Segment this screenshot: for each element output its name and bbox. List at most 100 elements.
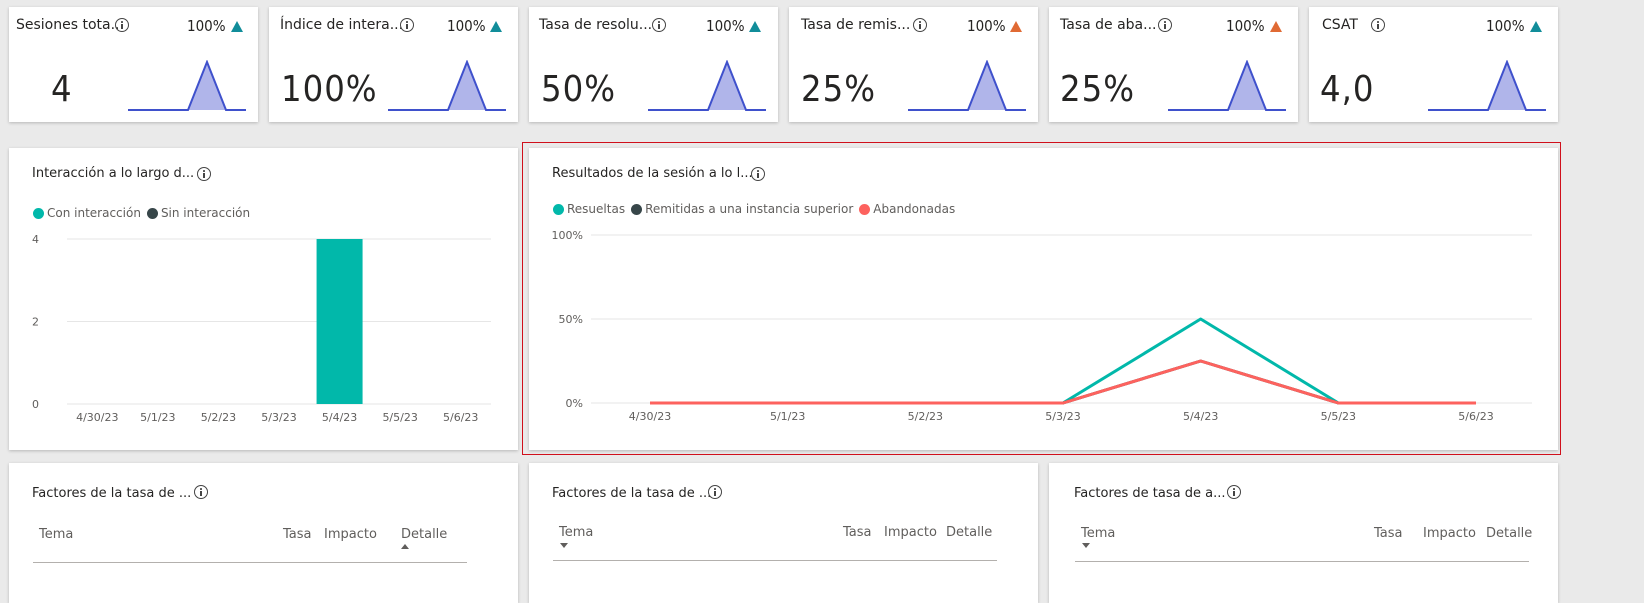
header-divider xyxy=(1075,561,1529,562)
sparkline-line xyxy=(388,60,506,111)
kpi-card-csat[interactable]: CSAT 100% 4,0 xyxy=(1309,7,1558,122)
x-tick-label: 5/1/23 xyxy=(140,411,175,424)
column-header-tema[interactable]: Tema xyxy=(559,525,593,540)
kpi-value: 4,0 xyxy=(1320,69,1375,110)
column-header-detalle[interactable]: Detalle xyxy=(946,525,992,540)
kpi-change: 100% xyxy=(706,17,745,35)
y-tick-label: 100% xyxy=(552,229,583,242)
info-icon[interactable] xyxy=(1158,18,1172,32)
x-tick-label: 5/5/23 xyxy=(382,411,417,424)
sparkline-area xyxy=(1488,62,1526,110)
series-line xyxy=(650,359,1476,405)
kpi-title: CSAT xyxy=(1322,17,1358,33)
column-header-tasa[interactable]: Tasa xyxy=(1374,526,1403,541)
kpi-card-abandon-rate[interactable]: Tasa de aba... 100% 25% xyxy=(1049,7,1298,122)
column-header-tasa[interactable]: Tasa xyxy=(283,527,312,542)
kpi-change: 100% xyxy=(187,17,226,35)
engagement-chart-card[interactable]: Interacción a lo largo d... Con interacc… xyxy=(9,148,518,450)
sparkline-line xyxy=(128,60,246,111)
column-header-impacto[interactable]: Impacto xyxy=(1423,526,1476,541)
sparkline-area xyxy=(1228,62,1266,110)
x-tick-label: 5/3/23 xyxy=(1045,410,1080,423)
kpi-card-engagement-rate[interactable]: Índice de intera... 100% 100% xyxy=(269,7,518,122)
outcomes-line-chart: 0% 50% 100% 4/30/23 5/1/23 5/2/23 5/3/23 5/4/23… xyxy=(552,229,1532,423)
sort-ascending-icon[interactable] xyxy=(401,544,409,549)
kpi-title: Tasa de aba... xyxy=(1060,17,1157,33)
column-header-tasa[interactable]: Tasa xyxy=(843,525,872,540)
column-header-tema[interactable]: Tema xyxy=(39,527,73,542)
kpi-value: 50% xyxy=(541,69,616,110)
info-icon[interactable] xyxy=(708,485,722,499)
x-tick-label: 5/5/23 xyxy=(1321,410,1356,423)
info-icon[interactable] xyxy=(913,18,927,32)
column-header-tema[interactable]: Tema xyxy=(1081,526,1115,541)
x-tick-label: 4/30/23 xyxy=(76,411,118,424)
kpi-title: Tasa de resolu... xyxy=(539,17,653,33)
sparkline-area xyxy=(708,62,746,110)
trend-up-icon xyxy=(1530,21,1542,32)
header-divider xyxy=(33,562,467,563)
info-icon[interactable] xyxy=(194,485,208,499)
x-tick-label: 5/2/23 xyxy=(201,411,236,424)
column-header-impacto[interactable]: Impacto xyxy=(884,525,937,540)
series-line xyxy=(650,317,1476,405)
sparkline-line xyxy=(1168,60,1286,111)
engagement-bar-chart: 0 2 4 4/30/23 5/1/23 5/2/23 5/3/23 5/4/23 5/5/23… xyxy=(32,233,491,424)
trend-up-icon xyxy=(490,21,502,32)
sparkline-line xyxy=(1428,60,1546,111)
x-tick-label: 5/6/23 xyxy=(443,411,478,424)
trend-up-icon xyxy=(1010,21,1022,32)
sparkline xyxy=(1168,60,1286,111)
sparkline-line xyxy=(648,60,766,111)
column-header-detalle[interactable]: Detalle xyxy=(1486,526,1532,541)
outcomes-chart-card[interactable]: Resultados de la sesión a lo l... Resuel… xyxy=(529,148,1558,450)
column-header-detalle[interactable]: Detalle xyxy=(401,527,447,542)
y-tick-label: 2 xyxy=(32,316,39,329)
table-title: Factores de la tasa de ... xyxy=(552,486,712,501)
sort-descending-icon[interactable] xyxy=(560,543,568,548)
sparkline xyxy=(648,60,766,111)
sparkline xyxy=(388,60,506,111)
trend-up-icon xyxy=(231,21,243,32)
kpi-change: 100% xyxy=(967,17,1006,35)
kpi-value: 25% xyxy=(801,69,876,110)
y-tick-label: 0% xyxy=(566,397,583,410)
trend-up-icon xyxy=(1270,21,1282,32)
x-tick-label: 5/6/23 xyxy=(1458,410,1493,423)
info-icon[interactable] xyxy=(1227,485,1241,499)
x-tick-label: 4/30/23 xyxy=(629,410,671,423)
sparkline-area xyxy=(188,62,226,110)
kpi-card-resolution-rate[interactable]: Tasa de resolu... 100% 50% xyxy=(529,7,778,122)
sparkline-line xyxy=(908,60,1026,111)
info-icon[interactable] xyxy=(115,18,129,32)
kpi-value: 100% xyxy=(281,69,378,110)
kpi-title: Índice de intera... xyxy=(280,17,404,33)
kpi-title: Tasa de remis... xyxy=(801,17,911,33)
kpi-change: 100% xyxy=(1226,17,1265,35)
drivers-table-card-2[interactable]: Factores de la tasa de ... Tema Tasa Imp… xyxy=(529,463,1038,603)
x-tick-label: 5/4/23 xyxy=(1183,410,1218,423)
table-title: Factores de la tasa de ... xyxy=(32,486,192,501)
y-tick-label: 50% xyxy=(559,313,583,326)
column-header-impacto[interactable]: Impacto xyxy=(324,527,377,542)
info-icon[interactable] xyxy=(652,18,666,32)
kpi-title: Sesiones tota... xyxy=(16,17,124,33)
drivers-table-card-3[interactable]: Factores de tasa de a... Tema Tasa Impac… xyxy=(1049,463,1558,603)
sparkline xyxy=(1428,60,1546,111)
y-tick-label: 4 xyxy=(32,233,39,246)
x-tick-label: 5/2/23 xyxy=(908,410,943,423)
sort-descending-icon[interactable] xyxy=(1082,543,1090,548)
kpi-card-sessions[interactable]: Sesiones tota... 100% 4 xyxy=(9,7,258,122)
x-tick-label: 5/4/23 xyxy=(322,411,357,424)
kpi-card-escalation-rate[interactable]: Tasa de remis... 100% 25% xyxy=(789,7,1038,122)
sparkline xyxy=(908,60,1026,111)
y-tick-label: 0 xyxy=(32,398,39,411)
drivers-table-card-1[interactable]: Factores de la tasa de ... Tema Tasa Imp… xyxy=(9,463,518,603)
info-icon[interactable] xyxy=(1371,18,1385,32)
sparkline xyxy=(128,60,246,111)
info-icon[interactable] xyxy=(400,18,414,32)
kpi-change: 100% xyxy=(1486,17,1525,35)
kpi-value: 4 xyxy=(51,69,73,110)
table-title: Factores de tasa de a... xyxy=(1074,486,1226,501)
header-divider xyxy=(553,560,997,561)
